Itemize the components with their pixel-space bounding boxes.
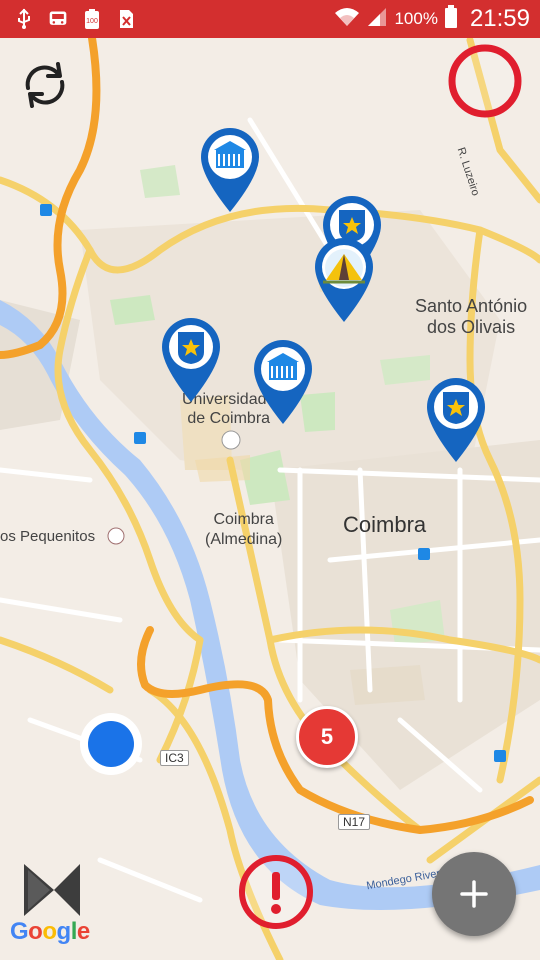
svg-text:100: 100 xyxy=(86,18,98,25)
clock: 21:59 xyxy=(469,5,530,32)
label-ic3: IC3 xyxy=(160,750,189,766)
no-sim-icon xyxy=(116,8,136,30)
usb-icon xyxy=(14,8,34,30)
refresh-button[interactable] xyxy=(14,54,76,116)
plus-icon xyxy=(460,880,488,908)
wifi-icon xyxy=(334,6,360,33)
stop-tracking-button[interactable] xyxy=(446,42,524,120)
poi-marker-police-2[interactable] xyxy=(158,314,224,404)
label-pequenitos: os Pequenitos xyxy=(0,528,96,545)
exclamation-circle-icon xyxy=(239,855,313,929)
label-coimbra-almedina: Coimbra (Almedina) xyxy=(205,511,283,548)
map-base xyxy=(0,38,540,960)
google-logo: Google xyxy=(10,918,90,945)
police-badge-icon xyxy=(443,392,469,424)
location-dot-icon xyxy=(88,721,134,767)
bus-app-icon xyxy=(48,8,68,30)
compass-nav-icon[interactable] xyxy=(20,860,84,920)
label-santo-antonio: Santo António dos Olivais xyxy=(415,296,528,337)
report-alert-button[interactable] xyxy=(236,852,316,932)
refresh-icon xyxy=(25,62,65,108)
poi-marker-building-2[interactable] xyxy=(250,336,316,426)
my-location-marker xyxy=(80,713,142,775)
battery-icon xyxy=(444,4,458,34)
battery-full-icon-small: 100 xyxy=(82,8,102,30)
cluster-count: 5 xyxy=(320,724,334,749)
map-view[interactable]: Santo António dos Olivais Universidade d… xyxy=(0,38,540,960)
cluster-marker[interactable]: 5 xyxy=(296,706,358,768)
police-badge-icon xyxy=(178,332,204,364)
label-n17: N17 xyxy=(338,814,371,830)
status-bar: 100 100% 21:59 xyxy=(0,0,540,38)
signal-icon xyxy=(366,6,388,33)
battery-percent: 100% xyxy=(394,9,438,28)
add-button[interactable] xyxy=(432,852,516,936)
label-coimbra: Coimbra xyxy=(343,512,427,537)
poi-marker-building[interactable] xyxy=(197,124,263,214)
poi-marker-police-3[interactable] xyxy=(423,374,489,464)
circle-outline-icon xyxy=(448,44,522,118)
poi-marker-tent[interactable] xyxy=(311,234,377,324)
